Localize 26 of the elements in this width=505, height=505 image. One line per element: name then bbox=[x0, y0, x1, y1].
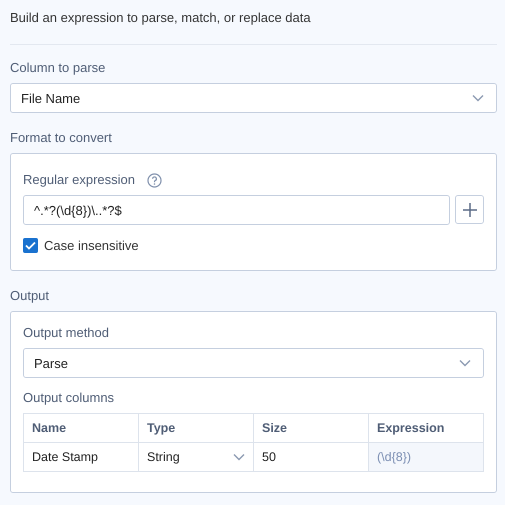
dropdown[interactable]: Parse bbox=[23, 348, 484, 378]
field-label: Output columns bbox=[23, 390, 114, 406]
checkbox[interactable] bbox=[23, 238, 38, 253]
table-cell: 50 bbox=[254, 442, 368, 472]
description: Build an expression to parse, match, or replace data bbox=[10, 10, 312, 27]
chevron-down-icon bbox=[472, 94, 484, 102]
column-header: Size bbox=[254, 414, 368, 442]
column-header: Type bbox=[138, 414, 254, 442]
section-title: Output bbox=[10, 288, 50, 304]
section-title: Format to convert bbox=[10, 130, 112, 146]
type-dropdown[interactable]: String bbox=[138, 442, 254, 472]
chevron-down-icon bbox=[459, 359, 471, 367]
column-header: Expression bbox=[368, 414, 484, 442]
field-label: Regular expression bbox=[23, 172, 136, 188]
regex-input[interactable]: ^.*?(\d{8})\..*?$ bbox=[23, 195, 450, 225]
chevron-down-icon bbox=[233, 453, 245, 461]
add-button[interactable] bbox=[455, 195, 484, 224]
checkbox-label: Case insensitive bbox=[44, 238, 139, 253]
dropdown[interactable]: File Name bbox=[10, 83, 497, 113]
field-label: Output method bbox=[23, 325, 109, 341]
table-cell: (\d{8}) bbox=[368, 442, 484, 472]
help-icon[interactable] bbox=[147, 172, 162, 188]
plus-icon bbox=[462, 202, 478, 218]
column-header: Name bbox=[24, 414, 138, 442]
field-label: Column to parse bbox=[10, 60, 106, 76]
table-cell: Date Stamp bbox=[24, 442, 138, 472]
